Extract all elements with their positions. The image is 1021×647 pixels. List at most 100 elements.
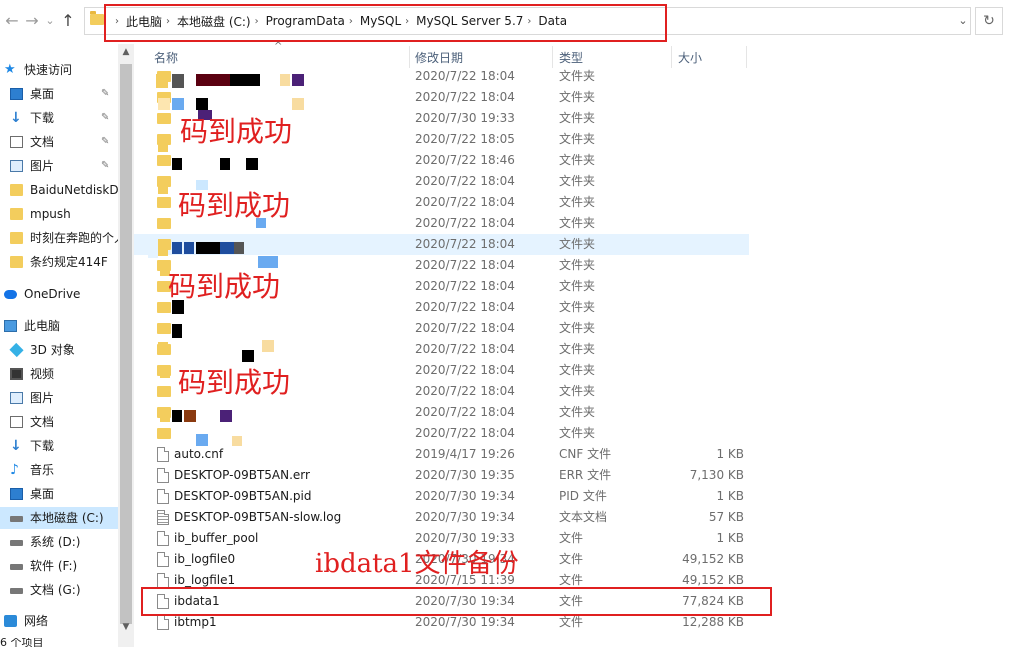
breadcrumb-separator-icon[interactable]: › <box>405 16 409 27</box>
column-divider[interactable] <box>671 46 672 68</box>
forward-button[interactable]: → <box>22 10 42 32</box>
scroll-down-arrow[interactable]: ▼ <box>118 619 134 635</box>
file-size: 1 KB <box>716 447 744 461</box>
modified-date: 2020/7/22 18:04 <box>415 174 515 188</box>
file-type: 文件 <box>559 594 584 608</box>
modified-date: 2020/7/22 18:04 <box>415 69 515 83</box>
recent-locations-button[interactable]: ⌄ <box>40 10 60 32</box>
address-dropdown-button[interactable]: ⌄ <box>955 8 971 34</box>
file-row[interactable]: ib_buffer_pool 2020/7/30 19:33 文件 1 KB <box>134 528 749 549</box>
back-button[interactable]: ← <box>2 10 22 32</box>
file-name: DESKTOP-09BT5AN.pid <box>174 489 312 503</box>
sidebar-item[interactable]: 桌面 <box>0 483 118 505</box>
scroll-up-arrow[interactable]: ▲ <box>118 44 134 60</box>
file-type: 文件夹 <box>559 90 596 104</box>
sidebar-item[interactable]: 桌面 ✎ <box>0 83 118 105</box>
file-type: 文本文档 <box>559 510 608 524</box>
breadcrumb-item[interactable]: MySQL Server 5.7 <box>416 14 523 28</box>
sidebar-item[interactable]: 图片 <box>0 387 118 409</box>
backup-note-text: ibdata1文件备份 <box>315 549 519 579</box>
breadcrumb-item[interactable]: ProgramData <box>266 14 345 28</box>
folder-icon <box>157 155 171 166</box>
file-size: 77,824 KB <box>682 594 744 608</box>
file-row[interactable]: ibtmp1 2020/7/30 19:34 文件 12,288 KB <box>134 612 749 633</box>
sidebar-item[interactable]: 条约规定414F <box>0 251 118 273</box>
folder-icon <box>157 197 171 208</box>
modified-date: 2020/7/22 18:04 <box>415 300 515 314</box>
breadcrumb-separator-icon[interactable]: › <box>527 16 531 27</box>
modified-date: 2020/7/30 19:35 <box>415 468 515 482</box>
file-icon <box>157 594 169 609</box>
file-row[interactable]: DESKTOP-09BT5AN-slow.log 2020/7/30 19:34 文… <box>134 507 749 528</box>
refresh-button[interactable]: ↻ <box>975 7 1003 35</box>
sidebar-item[interactable]: BaiduNetdiskD <box>0 179 118 201</box>
breadcrumb-separator-icon[interactable]: › <box>166 16 170 27</box>
folder-icon <box>157 428 171 439</box>
modified-date: 2020/7/22 18:04 <box>415 237 515 251</box>
mosaic-block <box>220 410 232 422</box>
sidebar-item[interactable]: 时刻在奔跑的个人 <box>0 227 118 249</box>
sidebar-item[interactable]: 本地磁盘 (C:) <box>0 507 118 529</box>
sidebar-item[interactable]: 文档 <box>0 411 118 433</box>
file-icon <box>157 552 169 567</box>
folder-row[interactable]: 2020/7/22 18:04 文件夹 <box>134 339 749 360</box>
up-button[interactable]: ↑ <box>58 10 78 32</box>
sidebar-item-label: 桌面 <box>30 487 55 501</box>
folder-row[interactable]: 2020/7/22 18:04 文件夹 <box>134 423 749 444</box>
sidebar-item-label: 图片 <box>30 391 55 405</box>
file-type: 文件 <box>559 552 584 566</box>
modified-date: 2020/7/30 19:34 <box>415 510 515 524</box>
folder-row[interactable]: 2020/7/22 18:04 文件夹 <box>134 87 749 108</box>
column-divider[interactable] <box>552 46 553 68</box>
sidebar-item[interactable]: 视频 <box>0 363 118 385</box>
sidebar-item[interactable]: 文档 ✎ <box>0 131 118 153</box>
modified-date: 2020/7/22 18:04 <box>415 216 515 230</box>
address-bar[interactable]: › 此电脑 › 本地磁盘 (C:) › ProgramData › MySQL › MySQL S… <box>84 7 971 35</box>
breadcrumb-item[interactable]: 本地磁盘 (C:) <box>177 13 251 30</box>
sidebar-item[interactable]: 3D 对象 <box>0 339 118 361</box>
modified-date: 2020/7/22 18:04 <box>415 342 515 356</box>
sidebar-item[interactable]: ♪ 音乐 <box>0 459 118 481</box>
sidebar-item[interactable]: 文档 (G:) <box>0 579 118 601</box>
sidebar-item[interactable]: 软件 (F:) <box>0 555 118 577</box>
pin-icon: ✎ <box>101 136 110 147</box>
file-type: 文件夹 <box>559 258 596 272</box>
file-type: CNF 文件 <box>559 447 612 461</box>
sidebar-item-label: 图片 <box>30 159 55 173</box>
breadcrumb-separator-icon[interactable]: › <box>115 16 119 27</box>
scrollbar-thumb[interactable] <box>120 64 132 624</box>
sidebar-item-label: 3D 对象 <box>30 343 75 357</box>
sidebar-item-label: 此电脑 <box>24 319 61 333</box>
mosaic-block <box>172 242 182 254</box>
file-row[interactable]: DESKTOP-09BT5AN.err 2020/7/30 19:35 ERR 文件… <box>134 465 749 486</box>
sidebar-item[interactable]: 系统 (D:) <box>0 531 118 553</box>
mosaic-block <box>172 158 182 170</box>
breadcrumb-item[interactable]: Data <box>538 14 567 28</box>
sidebar-item[interactable]: ★ 快速访问 <box>0 59 118 81</box>
modified-date: 2020/7/22 18:04 <box>415 321 515 335</box>
folder-icon <box>10 208 23 220</box>
mosaic-block <box>292 98 304 110</box>
mosaic-block <box>234 242 244 254</box>
sidebar-item[interactable]: ↓ 下载 ✎ <box>0 107 118 129</box>
mosaic-block <box>196 74 208 86</box>
sidebar-item[interactable]: 此电脑 <box>0 315 118 337</box>
column-divider[interactable] <box>409 46 410 68</box>
breadcrumb-separator-icon[interactable]: › <box>255 16 259 27</box>
file-row[interactable]: DESKTOP-09BT5AN.pid 2020/7/30 19:34 PID 文件… <box>134 486 749 507</box>
breadcrumb-item[interactable]: MySQL <box>360 14 401 28</box>
breadcrumb-separator-icon[interactable]: › <box>349 16 353 27</box>
folder-row[interactable]: 2020/7/22 18:04 文件夹 <box>134 318 749 339</box>
file-row[interactable]: auto.cnf 2019/4/17 19:26 CNF 文件 1 KB <box>134 444 749 465</box>
sidebar-item[interactable]: OneDrive <box>0 283 118 305</box>
sidebar-item[interactable]: 网络 <box>0 610 118 632</box>
sidebar-item[interactable]: ↓ 下载 <box>0 435 118 457</box>
file-type: 文件夹 <box>559 363 596 377</box>
sidebar-scrollbar[interactable]: ▲ ▼ <box>118 44 134 647</box>
sidebar-item[interactable]: mpush <box>0 203 118 225</box>
breadcrumb-item[interactable]: 此电脑 <box>126 13 162 30</box>
column-divider[interactable] <box>746 46 747 68</box>
sidebar-item[interactable]: 图片 ✎ <box>0 155 118 177</box>
file-row[interactable]: ibdata1 2020/7/30 19:34 文件 77,824 KB <box>134 591 749 612</box>
navigation-pane: ★ 快速访问 桌面 ✎ ↓ 下载 ✎ 文档 ✎ 图片 ✎ BaiduNetdiskD mpush 时刻在奔… <box>0 44 118 647</box>
